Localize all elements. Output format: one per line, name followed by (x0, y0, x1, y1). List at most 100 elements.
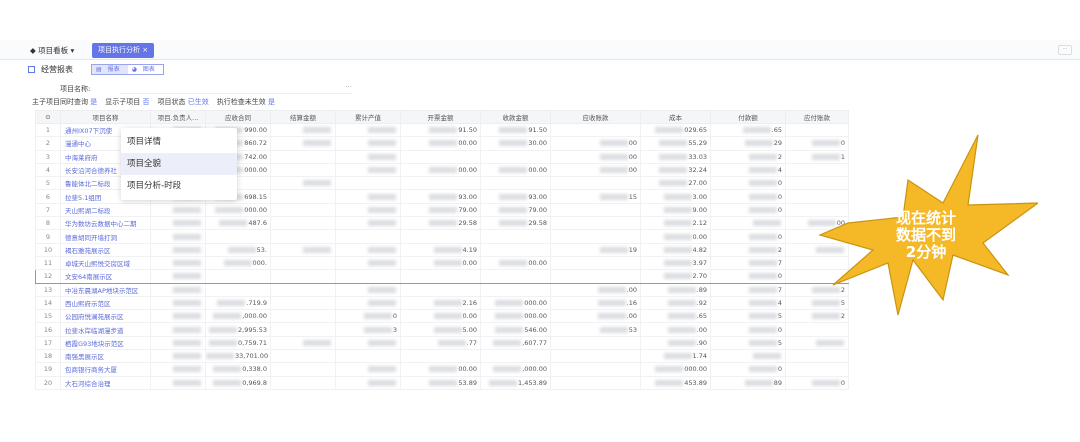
table-row[interactable]: 9 德意胡同开墙打洞 0.00 0 (35, 229, 849, 244)
table-cell (270, 202, 336, 218)
table-cell (335, 362, 401, 377)
tab-project-board[interactable]: ◆ 项目看板 ▾ (30, 45, 74, 56)
project-name-link[interactable]: 德意胡同开墙打洞 (60, 229, 151, 244)
view-table-button[interactable]: ▤ 报表 (92, 64, 128, 74)
table-cell (400, 269, 481, 284)
column-header[interactable]: 项目.负责人... (150, 110, 206, 124)
row-index: 7 (35, 202, 61, 218)
column-header[interactable]: 应收合同 (205, 110, 271, 124)
callout-line-3: 2分钟 (906, 243, 946, 261)
table-row[interactable]: 14 西山熙府示范区 .719.9 2.16 000.00.16.92 4 5 (35, 295, 849, 311)
cell-value: .00 (626, 312, 637, 321)
table-cell (550, 375, 641, 390)
column-header[interactable]: 累计产值 (335, 110, 401, 124)
column-header[interactable]: 结算金额 (270, 110, 336, 124)
blurred-value (173, 379, 201, 386)
cell-value: 000.00 (524, 312, 547, 321)
cell-value: 27.00 (688, 179, 707, 188)
blurred-value (495, 326, 524, 333)
table-cell (550, 349, 641, 364)
project-name-link[interactable]: 拉斐水岸临湖漫步道 (60, 322, 151, 337)
table-row[interactable]: 10 褐石雅苑展示区 53. 4.19 19 4.82 2 (35, 242, 849, 257)
settings-icon[interactable]: ⊙ (35, 110, 61, 124)
table-row[interactable]: 18 南强黑展示区 33,701.00 1.74 (35, 349, 849, 364)
cell-value: 53.89 (458, 378, 477, 387)
report-title: 经营报表 (41, 64, 73, 74)
context-menu-item[interactable]: 项目详情 (121, 131, 237, 153)
table-cell: .90 (640, 335, 711, 351)
project-name-link[interactable]: 文安64南展示区 (60, 269, 151, 284)
table-row[interactable]: 19 包商银行商务大厦 0,338.0 00.00 ,000.00 000.00 0 (35, 362, 849, 377)
tab-bar: ◆ 项目看板 ▾ 项目执行分析 × ⋯ (0, 40, 1080, 60)
blurred-value (173, 233, 201, 240)
checkbox-icon[interactable] (28, 65, 35, 73)
cell-value: .00 (626, 285, 637, 294)
project-name-link[interactable]: 天山熙湖二标段 (60, 202, 151, 218)
more-icon[interactable]: ⋯ (1058, 45, 1072, 55)
option-label: 执行检查未生效 (216, 98, 266, 106)
project-name-link[interactable]: 西山熙府示范区 (60, 295, 151, 311)
cell-value: 33.03 (688, 152, 707, 161)
column-header[interactable]: 应收账款 (550, 110, 641, 124)
project-name-link[interactable]: 卓城天山熙悦交房区域 (60, 255, 151, 271)
table-row[interactable]: 13 中冶东晨湖AP地块示范区 .00.89 7 2 (35, 282, 849, 297)
context-menu-item[interactable]: 项目全貌 (121, 153, 237, 175)
project-name-link[interactable]: 中冶东晨湖AP地块示范区 (60, 282, 151, 297)
option-value[interactable]: 是 (268, 98, 275, 106)
blurred-value (206, 353, 234, 360)
cell-value: 32.24 (688, 166, 707, 175)
column-header[interactable]: 项目名称 (60, 110, 151, 124)
cell-value: 5 (777, 312, 782, 321)
option-value[interactable]: 已生效 (188, 98, 209, 106)
blurred-value (499, 167, 528, 174)
cell-value: 55.29 (688, 139, 707, 148)
project-name-link[interactable]: 华为数坊云数据中心二期 (60, 216, 151, 231)
cell-value: 15 (628, 192, 637, 201)
cell-value: 4 (777, 299, 782, 307)
table-row[interactable]: 11 卓城天山熙悦交房区域 000. 0.00 00.00 3.97 7 (35, 255, 849, 271)
callout-line-2: 数据不到 (896, 226, 956, 244)
option-value[interactable]: 是 (90, 98, 97, 106)
column-header[interactable]: 付款额 (710, 110, 786, 124)
project-name-link[interactable]: 公园府悦澜苑展示区 (60, 309, 151, 324)
table-row[interactable]: 16 拉斐水岸临湖漫步道 2,995.53 3 5.00 546.00 53 .00 0 (35, 322, 849, 337)
table-row[interactable]: 15 公园府悦澜苑展示区 ,000.00 0 0.00 000.00.00.65 5 2 (35, 309, 849, 324)
blurred-value (659, 180, 688, 187)
blurred-value (748, 206, 777, 213)
tab-project-execution-analysis[interactable]: 项目执行分析 × (92, 43, 155, 58)
column-header[interactable]: 开票金额 (400, 110, 481, 124)
blurred-value (748, 233, 777, 240)
table-row[interactable]: 8 华为数坊云数据中心二期 487.6 29.58 29.58 2.12 00 (35, 216, 849, 231)
cell-value: 453.89 (684, 378, 707, 387)
blurred-value (429, 366, 458, 373)
project-name-link[interactable]: 栖霞G93地块示范区 (60, 335, 151, 351)
column-header[interactable]: 成本 (640, 110, 711, 124)
view-chart-button[interactable]: ◕ 图表 (128, 65, 163, 74)
project-name-link[interactable]: 大石河综合治理 (60, 375, 151, 390)
option-value[interactable]: 否 (142, 98, 149, 106)
project-name-link[interactable]: 褐石雅苑展示区 (60, 242, 151, 257)
table-cell: .00 (640, 322, 711, 337)
cell-value: 91.50 (458, 126, 477, 135)
project-name-input[interactable]: ··· (120, 83, 352, 94)
table-row[interactable]: 7 天山熙湖二标段 000.00 79.00 79.00 9.00 0 (35, 202, 849, 218)
table-cell: 0 (710, 202, 786, 218)
project-name-link[interactable]: 南强黑展示区 (60, 349, 151, 364)
table-cell (480, 229, 551, 244)
column-header[interactable]: 收款金额 (480, 110, 551, 124)
table-row[interactable]: 12 文安64南展示区 2.70 0 (35, 269, 849, 284)
table-row[interactable]: 20 大石河综合治理 0,969.8 53.89 1,453.89 453.89 89 0 (35, 375, 849, 390)
table-cell: 91.50 (400, 122, 481, 138)
column-header[interactable]: 应付账款 (785, 110, 849, 124)
blurred-value (599, 326, 628, 333)
table-cell: 19 (550, 242, 641, 257)
row-index: 3 (35, 149, 61, 164)
table-row[interactable]: 17 栖霞G93地块示范区 0,759.71 .77 ,607.77 .90 5 (35, 335, 849, 351)
context-menu-item[interactable]: 项目分析-时段 (121, 175, 237, 197)
project-name-link[interactable]: 包商银行商务大厦 (60, 362, 151, 377)
table-cell: .89 (640, 282, 711, 297)
cell-value: 000.00 (244, 205, 267, 214)
cell-value: 0 (777, 192, 782, 201)
table-cell (150, 375, 206, 390)
table-cell (710, 216, 786, 231)
